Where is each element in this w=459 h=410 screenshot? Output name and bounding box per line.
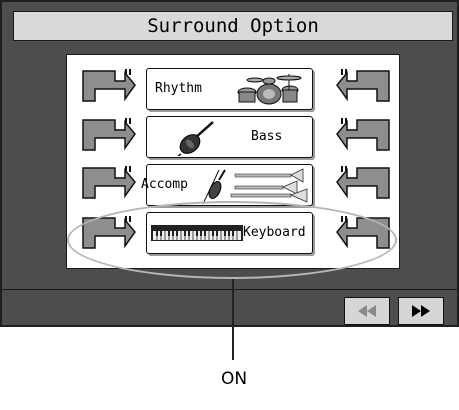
surround-option-screen: Surround Option Rhythm Bass Accomp Keybo…	[0, 0, 459, 327]
left-speaker-arrow-icon[interactable]	[81, 116, 137, 154]
violin-trombone-icon	[202, 168, 308, 204]
right-speaker-arrow-icon[interactable]	[335, 214, 391, 252]
left-speaker-arrow-icon[interactable]	[81, 164, 137, 202]
right-speaker-arrow-icon[interactable]	[335, 116, 391, 154]
previous-page-button[interactable]	[344, 297, 390, 325]
keyboard-part-button[interactable]: Keyboard	[146, 212, 313, 254]
rhythm-part-button[interactable]: Rhythm	[146, 68, 313, 110]
parts-panel: Rhythm Bass Accomp Keyboard	[66, 54, 400, 269]
navigation-bar	[2, 289, 457, 326]
part-label: Rhythm	[155, 81, 202, 96]
part-label: Accomp	[141, 177, 188, 192]
accomp-part-button[interactable]: Accomp	[141, 164, 313, 206]
right-speaker-arrow-icon[interactable]	[335, 67, 391, 105]
rewind-icon	[358, 305, 376, 317]
right-speaker-arrow-icon[interactable]	[335, 164, 391, 202]
left-speaker-arrow-icon[interactable]	[81, 214, 137, 252]
cello-icon	[177, 121, 214, 156]
next-page-button[interactable]	[398, 297, 444, 325]
callout-leader-line	[232, 279, 234, 360]
callout-label: ON	[220, 369, 248, 389]
left-speaker-arrow-icon[interactable]	[81, 67, 137, 105]
piano-keyboard-icon	[151, 225, 243, 241]
fast-forward-icon	[412, 305, 430, 317]
window-title: Surround Option	[13, 11, 453, 41]
part-label: Keyboard	[243, 225, 306, 240]
part-label: Bass	[251, 129, 283, 144]
drum-kit-icon	[237, 74, 302, 105]
bass-part-button[interactable]: Bass	[146, 116, 313, 158]
